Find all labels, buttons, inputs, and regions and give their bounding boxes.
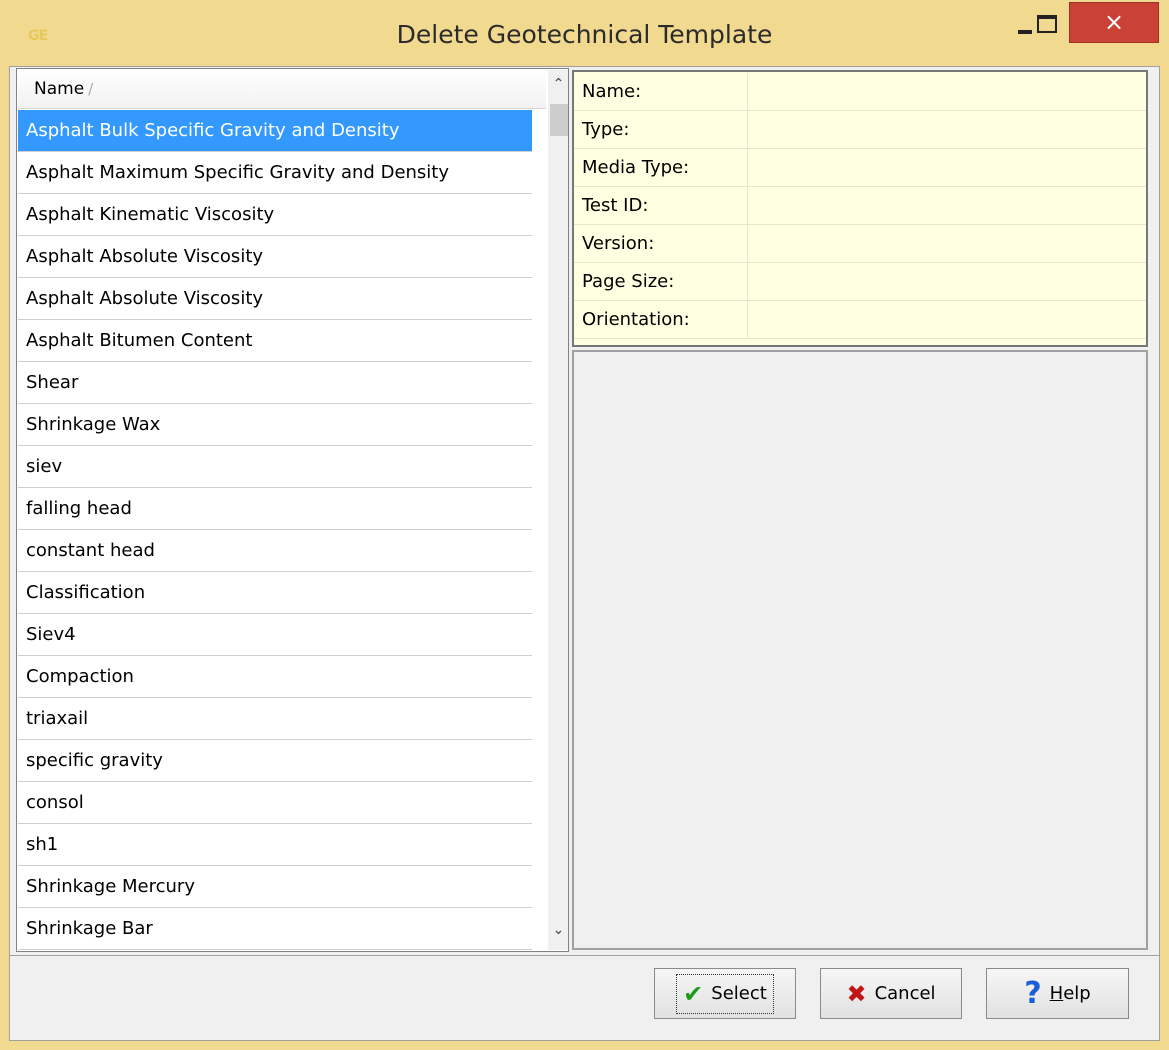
list-item[interactable]: specific gravity bbox=[18, 740, 532, 782]
dialog-window: GE Delete Geotechnical Template × Name / … bbox=[0, 0, 1169, 1050]
list-item[interactable]: Classification bbox=[18, 572, 532, 614]
list-item[interactable]: Asphalt Kinematic Viscosity bbox=[18, 194, 532, 236]
help-mnemonic: H bbox=[1049, 983, 1064, 1004]
divider bbox=[9, 955, 1160, 956]
list-item[interactable]: siev bbox=[18, 446, 532, 488]
property-value bbox=[749, 111, 1145, 148]
template-properties-grid: Name: Type: Media Type: Test ID: Version: Pag… bbox=[572, 70, 1148, 347]
list-item[interactable]: falling head bbox=[18, 488, 532, 530]
select-button[interactable]: ✔ Select bbox=[654, 968, 796, 1019]
title-bar[interactable]: GE Delete Geotechnical Template × bbox=[0, 0, 1169, 66]
select-button-label: Select bbox=[711, 983, 767, 1004]
property-label: Orientation: bbox=[574, 301, 748, 338]
template-preview-area bbox=[572, 350, 1148, 950]
list-item[interactable]: constant head bbox=[18, 530, 532, 572]
property-value bbox=[749, 149, 1145, 186]
property-label: Test ID: bbox=[574, 187, 748, 224]
list-item[interactable]: Asphalt Absolute Viscosity bbox=[18, 236, 532, 278]
column-header-label: Name bbox=[34, 79, 85, 99]
list-item[interactable]: consol bbox=[18, 782, 532, 824]
list-item[interactable]: Shrinkage Wax bbox=[18, 404, 532, 446]
scroll-thumb[interactable] bbox=[550, 104, 568, 136]
maximize-button[interactable] bbox=[1029, 8, 1063, 40]
list-item[interactable]: sh1 bbox=[18, 824, 532, 866]
close-icon: × bbox=[1103, 8, 1125, 36]
property-row: Media Type: bbox=[574, 149, 1146, 187]
chevron-down-icon[interactable]: ⌄ bbox=[548, 922, 568, 942]
property-row: Page Size: bbox=[574, 263, 1146, 301]
property-row: Orientation: bbox=[574, 301, 1146, 339]
list-item[interactable]: Siev4 bbox=[18, 614, 532, 656]
question-icon: ? bbox=[1024, 976, 1042, 1011]
list-rows: Asphalt Bulk Specific Gravity and Densit… bbox=[18, 110, 532, 950]
property-value bbox=[749, 263, 1145, 300]
property-label: Version: bbox=[574, 225, 748, 262]
list-item[interactable]: Asphalt Maximum Specific Gravity and Den… bbox=[18, 152, 532, 194]
list-item[interactable]: Asphalt Absolute Viscosity bbox=[18, 278, 532, 320]
check-icon: ✔ bbox=[683, 979, 704, 1008]
list-item[interactable]: Asphalt Bitumen Content bbox=[18, 320, 532, 362]
list-item[interactable]: Shear bbox=[18, 362, 532, 404]
property-row: Type: bbox=[574, 111, 1146, 149]
property-value bbox=[749, 187, 1145, 224]
list-item[interactable]: Shrinkage Mercury bbox=[18, 866, 532, 908]
property-label: Type: bbox=[574, 111, 748, 148]
property-row: Version: bbox=[574, 225, 1146, 263]
property-value bbox=[749, 225, 1145, 262]
select-button-focus: ✔ Select bbox=[676, 973, 774, 1014]
vertical-scrollbar[interactable]: ⌃ ⌄ bbox=[548, 70, 568, 950]
close-button[interactable]: × bbox=[1069, 2, 1159, 43]
x-icon: ✖ bbox=[846, 979, 867, 1008]
list-item[interactable]: Asphalt Bulk Specific Gravity and Densit… bbox=[18, 110, 532, 152]
help-button-label: Help bbox=[1050, 983, 1091, 1004]
property-label: Media Type: bbox=[574, 149, 748, 186]
property-value bbox=[749, 301, 1145, 338]
list-item[interactable]: Shrinkage Bar bbox=[18, 908, 532, 950]
property-row: Name: bbox=[574, 73, 1146, 111]
cancel-button-label: Cancel bbox=[874, 983, 936, 1004]
cancel-button[interactable]: ✖ Cancel bbox=[820, 968, 962, 1019]
property-row: Test ID: bbox=[574, 187, 1146, 225]
template-list[interactable]: Name / Asphalt Bulk Specific Gravity and … bbox=[16, 68, 569, 952]
window-title: Delete Geotechnical Template bbox=[396, 20, 773, 49]
help-label-rest: elp bbox=[1063, 983, 1091, 1004]
help-button[interactable]: ? Help bbox=[986, 968, 1129, 1019]
list-item[interactable]: Compaction bbox=[18, 656, 532, 698]
chevron-up-icon[interactable]: ⌃ bbox=[548, 76, 568, 96]
column-header-name[interactable]: Name / bbox=[18, 70, 546, 109]
list-item[interactable]: triaxail bbox=[18, 698, 532, 740]
sort-ascending-icon: / bbox=[88, 80, 94, 98]
property-value bbox=[749, 73, 1145, 110]
property-label: Page Size: bbox=[574, 263, 748, 300]
property-label: Name: bbox=[574, 73, 748, 110]
